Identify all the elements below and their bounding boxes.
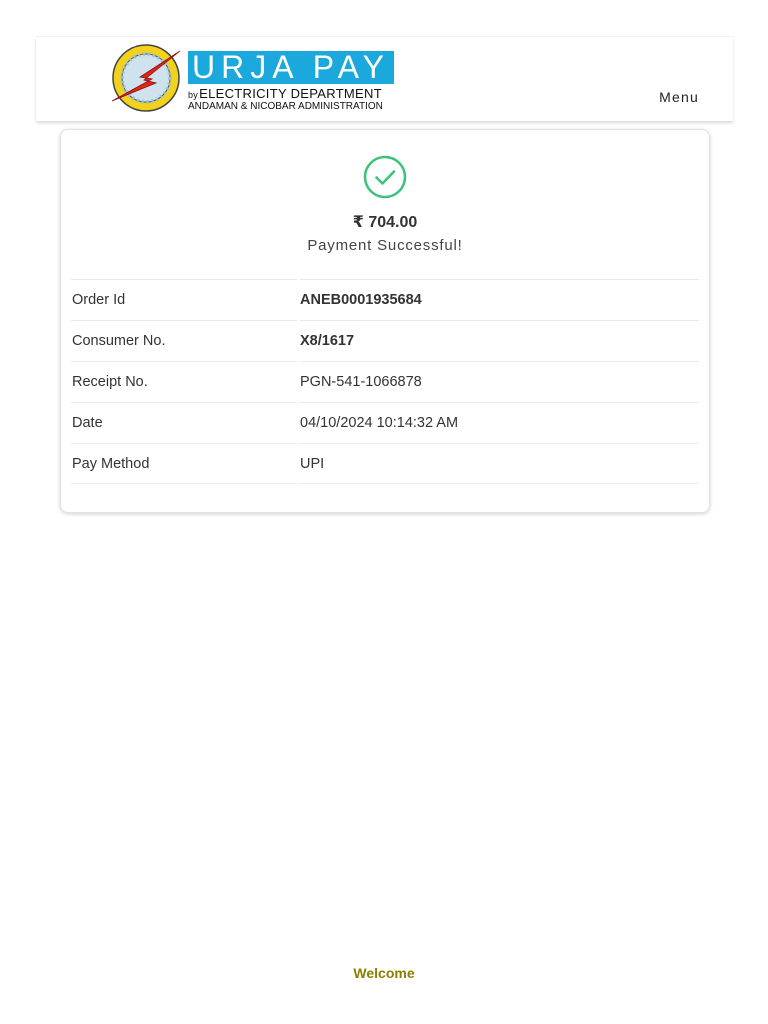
consumer-no-label: Consumer No. <box>71 320 297 361</box>
payment-amount: ₹ 704.00 <box>352 214 418 231</box>
check-circle-icon <box>363 155 407 199</box>
brand-text: URJA PAY byELECTRICITY DEPARTMENT ANDAMA… <box>188 51 394 112</box>
receipt-no-value: PGN-541-1066878 <box>300 361 699 402</box>
table-row: Date 04/10/2024 10:14:32 AM <box>71 402 699 443</box>
brand-department: ELECTRICITY DEPARTMENT <box>199 86 382 101</box>
brand-by: by <box>188 90 199 100</box>
table-row: Consumer No. X8/1617 <box>71 320 699 361</box>
electricity-department-seal-icon <box>111 44 181 112</box>
brand-administration: ANDAMAN & NICOBAR ADMINISTRATION <box>188 101 383 112</box>
order-id-label: Order Id <box>71 279 297 320</box>
brand-title: URJA PAY <box>188 51 394 84</box>
urja-pay-logo[interactable]: URJA PAY byELECTRICITY DEPARTMENT ANDAMA… <box>110 43 400 113</box>
payment-receipt-card: ₹ 704.00 Payment Successful! Order Id AN… <box>60 129 710 513</box>
date-value: 04/10/2024 10:14:32 AM <box>300 402 699 443</box>
table-row: Receipt No. PGN-541-1066878 <box>71 361 699 402</box>
menu-button[interactable]: Menu <box>659 89 699 105</box>
table-row: Pay Method UPI <box>71 443 699 484</box>
pay-method-label: Pay Method <box>71 443 297 484</box>
table-row: Order Id ANEB0001935684 <box>71 279 699 320</box>
date-label: Date <box>71 402 297 443</box>
order-id-value: ANEB0001935684 <box>300 279 699 320</box>
pay-method-value: UPI <box>300 443 699 484</box>
payment-status: Payment Successful! <box>307 237 463 254</box>
welcome-text: Welcome <box>353 965 415 981</box>
consumer-no-value: X8/1617 <box>300 320 699 361</box>
app-header: URJA PAY byELECTRICITY DEPARTMENT ANDAMA… <box>36 36 733 121</box>
brand-department-line: byELECTRICITY DEPARTMENT <box>188 86 394 101</box>
receipt-details-table: Order Id ANEB0001935684 Consumer No. X8/… <box>71 279 699 484</box>
receipt-no-label: Receipt No. <box>71 361 297 402</box>
